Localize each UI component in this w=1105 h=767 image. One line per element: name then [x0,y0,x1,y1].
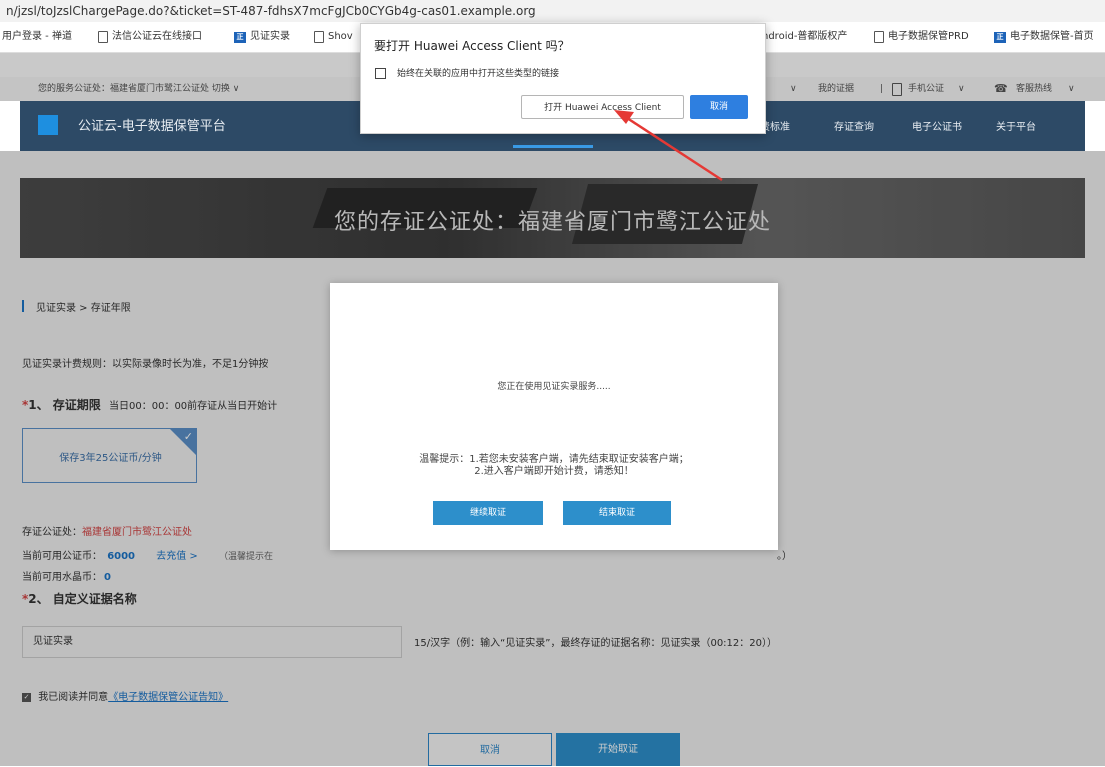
bookmark-label: ndroid-普都版权产 [762,31,848,42]
bookmark-label: Shov [328,31,353,42]
chevron-down-icon: ∨ [958,84,965,94]
platform-logo-icon [38,115,58,135]
bookmark-chandao[interactable]: 用户登录 - 禅道 [2,22,72,52]
nav-about[interactable]: 关于平台 [996,118,1036,133]
nav-evidence-query[interactable]: 存证查询 [834,118,874,133]
bookmark-android[interactable]: ndroid-普都版权产 [762,22,847,52]
chevron-down-icon: ∨ [790,84,797,94]
telephone-icon: ☎ [994,82,1008,95]
modal-status: 您正在使用见证实录服务..... [497,382,611,392]
bookmark-label: 法信公证云在线接口 [112,31,202,42]
bookmark-label: 电子数据保管-首页 [1010,31,1094,42]
end-evidence-button[interactable]: 结束取证 [563,501,671,525]
phone-icon [892,83,902,96]
chevron-down-icon: ∨ [1068,84,1075,94]
service-modal: 您正在使用见证实录服务..... 温馨提示：1.若您未安装客户端，请先结束取证安… [330,283,778,550]
annotation-arrow-icon [614,110,723,182]
nav-e-certificate[interactable]: 电子公证书 [912,118,962,133]
page-icon [314,31,324,43]
divider: | [880,84,884,94]
notary-cloud-icon: 正 [234,31,246,43]
continue-evidence-button[interactable]: 继续取证 [433,501,543,525]
bookmark-show[interactable]: Shov [314,22,353,52]
url-text: n/jzsl/toJzslChargePage.do?&ticket=ST-48… [6,4,536,18]
nav-active-indicator [513,145,593,148]
always-open-checkbox[interactable] [375,68,386,79]
notary-cloud-icon: 正 [994,31,1006,43]
always-open-label: 始终在关联的应用中打开这些类型的链接 [397,69,560,79]
my-evidence-link[interactable]: 我的证据 [818,77,854,101]
hotline-menu[interactable]: 客服热线 [1016,77,1052,101]
mobile-notary-menu[interactable]: 手机公证 [908,77,944,101]
bookmark-label: 用户登录 - 禅道 [2,31,72,42]
bookmark-label: 电子数据保管PRD [888,31,969,42]
bookmark-faxin[interactable]: 法信公证云在线接口 [98,22,202,52]
bookmark-jianzheng[interactable]: 正 见证实录 [234,22,290,52]
platform-title: 公证云-电子数据保管平台 [78,119,226,134]
page-icon [98,31,108,43]
bookmark-home[interactable]: 正 电子数据保管-首页 [994,22,1094,52]
service-notary-switch[interactable]: 您的服务公证处：福建省厦门市鹭江公证处 切换 ∨ [38,77,239,101]
page-icon [874,31,884,43]
modal-tip-line2: 2.进入客户端即开始计费，请悉知！ [474,466,634,477]
bookmark-prd[interactable]: 电子数据保管PRD [874,22,969,52]
dialog-title: 要打开 Huawei Access Client 吗？ [374,39,570,53]
address-bar[interactable]: n/jzsl/toJzslChargePage.do?&ticket=ST-48… [0,0,1105,22]
bookmark-label: 见证实录 [250,31,290,42]
